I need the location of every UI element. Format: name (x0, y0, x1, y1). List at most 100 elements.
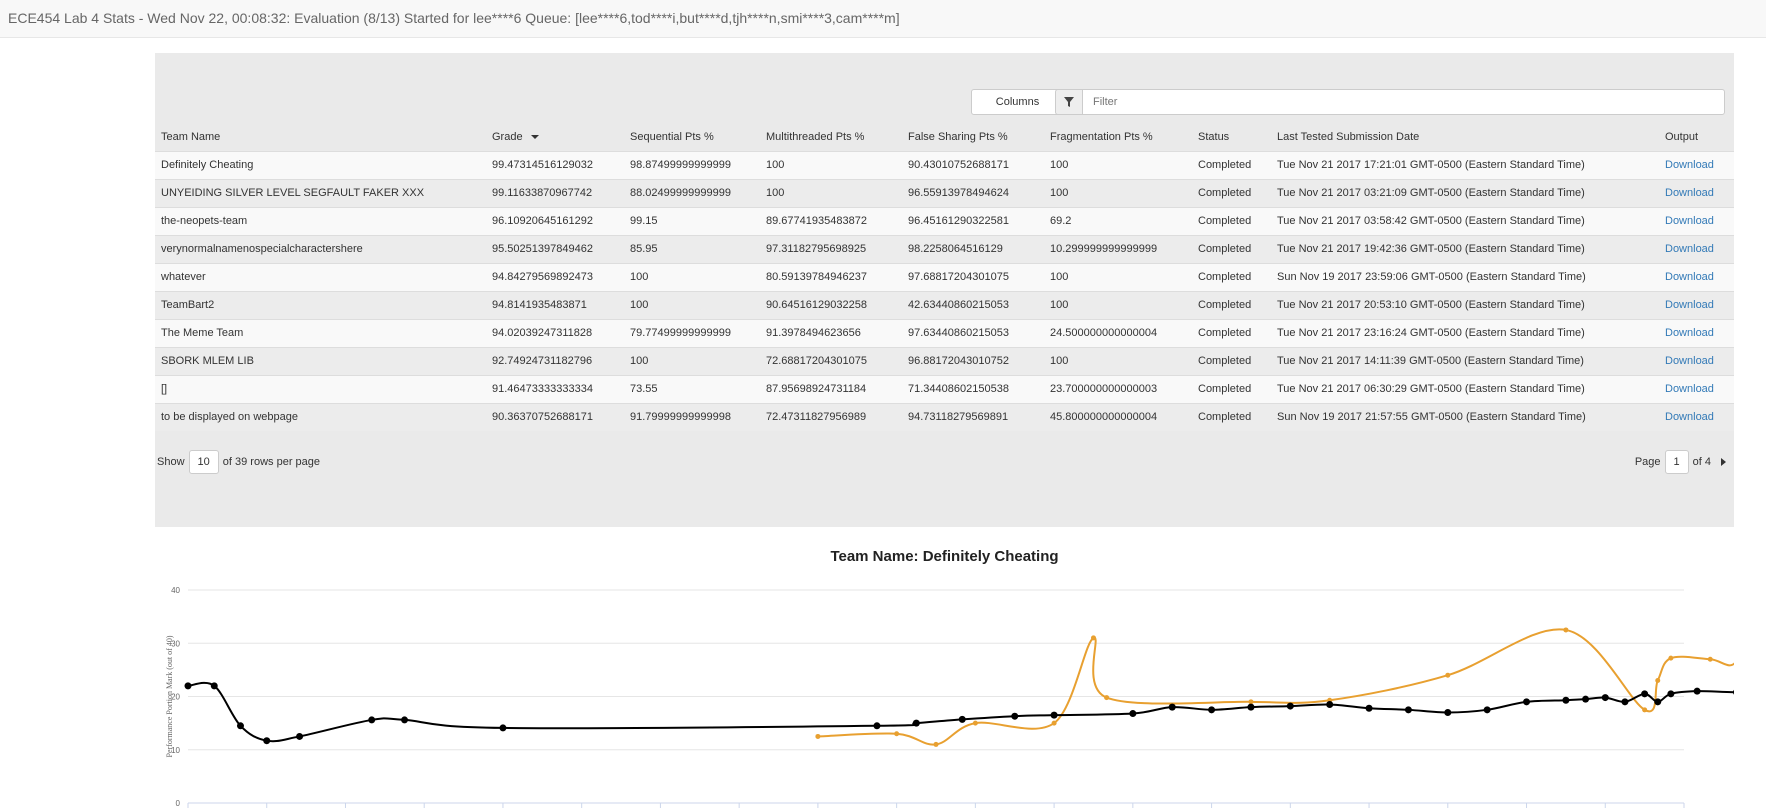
output-cell: Download (1659, 206, 1734, 235)
rows-per-page-input[interactable]: 10 (188, 450, 219, 474)
table-row[interactable]: UNYEIDING SILVER LEVEL SEGFAULT FAKER XX… (155, 178, 1734, 207)
table-row[interactable]: to be displayed on webpage 90.36370752688… (155, 402, 1734, 431)
table-cell: whatever (155, 262, 486, 291)
table-cell: 23.700000000000003 (1044, 374, 1192, 403)
table-cell: 87.95698924731184 (760, 374, 902, 403)
table-cell: Sun Nov 19 2017 21:57:55 GMT-0500 (Easte… (1271, 402, 1659, 431)
download-link[interactable]: Download (1665, 159, 1714, 171)
table-cell: 92.74924731182796 (486, 346, 624, 375)
download-link[interactable]: Download (1665, 187, 1714, 199)
data-point (1090, 635, 1096, 641)
data-point (1326, 700, 1334, 708)
table-cell: Completed (1192, 178, 1271, 207)
data-point (1582, 695, 1590, 703)
results-panel: Columns Team Name Grade Sequential Pts %… (155, 53, 1734, 527)
table-cell: 100 (624, 346, 760, 375)
download-link[interactable]: Download (1665, 243, 1714, 255)
download-link[interactable]: Download (1665, 327, 1714, 339)
data-point (1707, 656, 1713, 662)
table-body: Definitely Cheating 99.47314516129032 98.8… (155, 150, 1734, 431)
table-row[interactable]: The Meme Team 94.02039247311828 79.7749999… (155, 318, 1734, 347)
download-link[interactable]: Download (1665, 355, 1714, 367)
table-cell: Tue Nov 21 2017 17:21:01 GMT-0500 (Easte… (1271, 150, 1659, 179)
column-header-team-name[interactable]: Team Name (155, 124, 486, 152)
table-cell: Completed (1192, 346, 1271, 375)
table-cell: to be displayed on webpage (155, 402, 486, 431)
data-point (401, 716, 409, 724)
column-header-sequential[interactable]: Sequential Pts % (624, 124, 760, 152)
table-row[interactable]: TeamBart2 94.8141935483871 100 90.645161290… (155, 290, 1734, 319)
table-cell: 98.2258064516129 (902, 234, 1044, 263)
table-row[interactable]: [] 91.46473333333334 73.55 87.9569892473118… (155, 374, 1734, 403)
table-cell: the-neopets-team (155, 206, 486, 235)
table-cell: 100 (1044, 178, 1192, 207)
y-axis-title: Performance Portion Mark (out of 40) (165, 635, 174, 757)
column-header-grade[interactable]: Grade (486, 124, 624, 152)
table-cell: 72.47311827956989 (760, 402, 902, 431)
line-chart: 01020304012:0013. Nov12:0014. Nov12:0015… (165, 586, 1734, 812)
output-cell: Download (1659, 234, 1734, 263)
table-cell: 99.11633870967742 (486, 178, 624, 207)
table-cell: 97.68817204301075 (902, 262, 1044, 291)
table-cell: SBORK MLEM LIB (155, 346, 486, 375)
output-cell: Download (1659, 318, 1734, 347)
column-header-fragmentation[interactable]: Fragmentation Pts % (1044, 124, 1192, 152)
table-cell: Tue Nov 21 2017 03:21:09 GMT-0500 (Easte… (1271, 178, 1659, 207)
table-cell: verynormalnamenospecialcharactershere (155, 234, 486, 263)
y-tick-label: 40 (171, 586, 180, 595)
data-point (1404, 706, 1412, 714)
table-cell: 100 (760, 150, 902, 179)
table-cell: 42.63440860215053 (902, 290, 1044, 319)
table-row[interactable]: Definitely Cheating 99.47314516129032 98.8… (155, 150, 1734, 179)
team-chart: Team Name: Definitely Cheating 0 10 20 30 40… (155, 548, 1734, 812)
table-row[interactable]: verynormalnamenospecialcharactershere 95.… (155, 234, 1734, 263)
data-point (958, 715, 966, 723)
data-point (1693, 687, 1701, 695)
output-cell: Download (1659, 150, 1734, 179)
download-link[interactable]: Download (1665, 299, 1714, 311)
download-link[interactable]: Download (1665, 411, 1714, 423)
data-point (815, 733, 821, 739)
output-cell: Download (1659, 402, 1734, 431)
table-cell: 96.55913978494624 (902, 178, 1044, 207)
download-link[interactable]: Download (1665, 271, 1714, 283)
column-header-multithreaded[interactable]: Multithreaded Pts % (760, 124, 902, 152)
column-header-status[interactable]: Status (1192, 124, 1271, 152)
table-row[interactable]: whatever 94.84279569892473 100 80.591397849… (155, 262, 1734, 291)
data-point (1104, 695, 1110, 701)
table-cell: 100 (624, 290, 760, 319)
column-header-last-tested[interactable]: Last Tested Submission Date (1271, 124, 1659, 152)
data-point (894, 731, 900, 737)
page-label: Page (1634, 455, 1661, 468)
table-header-row: Team Name Grade Sequential Pts % Multith… (155, 124, 1734, 152)
column-header-output[interactable]: Output (1659, 124, 1734, 152)
data-point (1667, 690, 1675, 698)
table-cell: 73.55 (624, 374, 760, 403)
data-point (912, 719, 920, 727)
table-cell: Tue Nov 21 2017 06:30:29 GMT-0500 (Easte… (1271, 374, 1659, 403)
data-point (1642, 707, 1648, 713)
table-cell: 90.36370752688171 (486, 402, 624, 431)
table-cell: 89.67741935483872 (760, 206, 902, 235)
filter-input[interactable] (1082, 89, 1725, 115)
output-cell: Download (1659, 290, 1734, 319)
next-page-icon[interactable] (1721, 458, 1726, 466)
table-cell: 79.77499999999999 (624, 318, 760, 347)
table-row[interactable]: the-neopets-team 96.10920645161292 99.15 89… (155, 206, 1734, 235)
table-cell: Completed (1192, 150, 1271, 179)
column-header-grade-label: Grade (492, 131, 523, 144)
table-cell: 91.3978494623656 (760, 318, 902, 347)
column-header-false-sharing[interactable]: False Sharing Pts % (902, 124, 1044, 152)
table-cell: 100 (1044, 262, 1192, 291)
table-cell: 85.95 (624, 234, 760, 263)
download-link[interactable]: Download (1665, 215, 1714, 227)
page-number-input[interactable]: 1 (1664, 450, 1689, 474)
columns-button[interactable]: Columns (971, 89, 1064, 115)
table-cell: 100 (624, 262, 760, 291)
table-cell: The Meme Team (155, 318, 486, 347)
table-row[interactable]: SBORK MLEM LIB 92.74924731182796 100 72.688… (155, 346, 1734, 375)
table-cell: 80.59139784946237 (760, 262, 902, 291)
data-point (1168, 703, 1176, 711)
table-cell: 71.34408602150538 (902, 374, 1044, 403)
download-link[interactable]: Download (1665, 383, 1714, 395)
